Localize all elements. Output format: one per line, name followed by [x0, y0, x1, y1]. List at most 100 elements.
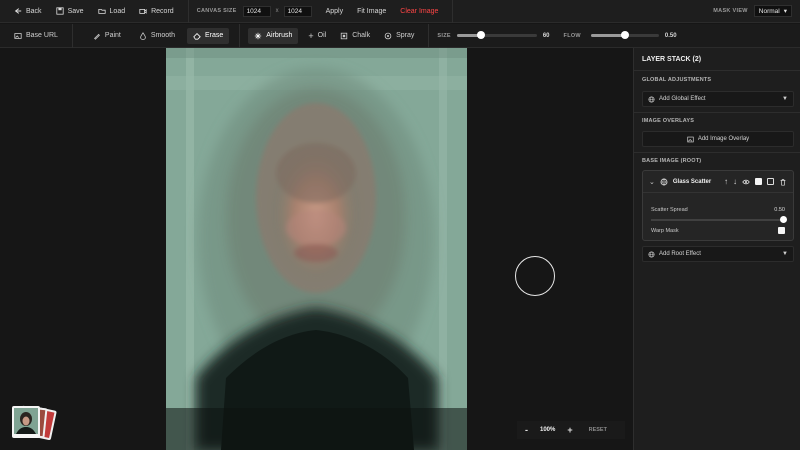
chalk-tool-button[interactable]: Chalk — [334, 28, 376, 44]
target-icon — [384, 32, 392, 39]
flow-value: 0.50 — [664, 32, 677, 39]
chevron-down-icon: ▼ — [782, 96, 788, 102]
warp-mask-checkbox[interactable] — [778, 227, 785, 234]
divider — [634, 70, 800, 71]
size-value: 60 — [542, 32, 550, 39]
effect-layer-name: Glass Scatter — [672, 178, 712, 185]
add-image-overlay-label: Add Image Overlay — [697, 136, 750, 142]
scatter-spread-knob[interactable] — [780, 216, 787, 223]
erase-label: Erase — [205, 32, 224, 39]
divider — [634, 112, 800, 113]
chalk-label: Chalk — [352, 32, 371, 39]
back-button[interactable]: Back — [14, 7, 42, 15]
canvas-width-input[interactable]: 1024 — [242, 5, 271, 17]
canvas-height-input[interactable]: 1024 — [283, 5, 312, 17]
size-slider-knob[interactable] — [476, 31, 485, 39]
zoom-controls: - 100% + RESET — [517, 421, 625, 439]
oil-tool-button[interactable]: + Oil — [302, 28, 332, 44]
load-button[interactable]: Load — [97, 7, 125, 15]
apply-button[interactable]: Apply — [326, 8, 344, 15]
scatter-spread-label: Scatter Spread — [651, 207, 688, 213]
zoom-level: 100% — [540, 427, 556, 433]
mask-view-value: Normal — [758, 7, 780, 15]
spray-tool-button[interactable]: Spray — [378, 28, 420, 44]
flow-label: FLOW — [563, 32, 581, 39]
save-button[interactable]: Save — [55, 7, 84, 15]
erase-tool-button[interactable]: Erase — [187, 27, 230, 44]
trash-icon[interactable] — [779, 178, 787, 186]
thumbnail-stack-image — [12, 405, 57, 441]
scatter-spread-slider[interactable] — [651, 216, 787, 223]
record-button[interactable]: Record — [139, 7, 174, 15]
collapse-chevron-icon[interactable]: ⌄ — [649, 178, 655, 186]
move-up-icon[interactable]: ↑ — [724, 177, 728, 186]
brush-toolbar: Base URL Paint Smooth Erase Airbrush + O… — [0, 23, 800, 48]
base-url-button[interactable]: Base URL — [8, 28, 64, 44]
solo-toggle-icon[interactable] — [755, 178, 762, 185]
flow-control: FLOW 0.50 — [563, 31, 677, 39]
canvas-size-label: CANVAS SIZE — [196, 8, 237, 14]
portrait-image — [166, 48, 467, 450]
flow-slider-knob[interactable] — [620, 31, 629, 39]
image-canvas[interactable] — [166, 48, 467, 450]
spray-label: Spray — [396, 32, 415, 39]
clear-image-button[interactable]: Clear Image — [400, 8, 438, 15]
folder-icon — [97, 9, 106, 14]
globe-icon — [648, 250, 655, 258]
add-root-effect-select[interactable]: Add Root Effect ▼ — [642, 246, 794, 262]
oil-label: Oil — [317, 32, 327, 39]
eraser-icon — [193, 32, 201, 40]
chevron-down-icon: ▼ — [782, 251, 788, 257]
base-image-label: BASE IMAGE (ROOT) — [642, 158, 702, 164]
sparkle-icon — [255, 32, 262, 39]
image-icon — [687, 136, 694, 142]
canvas-workspace[interactable]: - 100% + RESET — [0, 48, 633, 450]
square-icon — [341, 32, 348, 39]
globe-icon — [648, 95, 655, 103]
size-control: SIZE 60 — [437, 31, 550, 39]
paint-tool-button[interactable]: Paint — [87, 28, 127, 44]
video-camera-icon — [139, 9, 147, 14]
save-label: Save — [67, 7, 84, 15]
chevron-down-icon: ▾ — [783, 8, 787, 15]
times-label: x — [275, 8, 279, 14]
global-adjustments-label: GLOBAL ADJUSTMENTS — [642, 77, 712, 83]
warp-mask-label: Warp Mask — [651, 228, 679, 234]
mask-view-select[interactable]: Normal ▾ — [753, 5, 792, 17]
effect-layer-header[interactable]: ⌄ Glass Scatter ↑ ↓ — [643, 171, 793, 193]
divider — [71, 23, 73, 48]
mask-toggle-icon[interactable] — [767, 178, 774, 185]
panel-title: LAYER STACK (2) — [642, 56, 702, 63]
smooth-tool-button[interactable]: Smooth — [133, 28, 181, 44]
add-image-overlay-button[interactable]: Add Image Overlay — [642, 131, 794, 147]
mask-view-label: MASK VIEW — [713, 8, 748, 14]
size-slider[interactable] — [456, 31, 537, 39]
floppy-icon — [55, 7, 64, 15]
back-label: Back — [26, 7, 42, 15]
image-icon — [14, 32, 22, 39]
zoom-reset-button[interactable]: RESET — [589, 427, 607, 433]
zoom-in-button[interactable]: + — [567, 425, 572, 435]
add-root-effect-label: Add Root Effect — [659, 251, 701, 257]
divider — [428, 23, 430, 48]
airbrush-tool-button[interactable]: Airbrush — [248, 27, 299, 44]
fit-image-button[interactable]: Fit Image — [357, 8, 386, 15]
arrow-left-icon — [14, 8, 22, 14]
layer-actions: ↑ ↓ — [724, 177, 787, 186]
mask-view-control: MASK VIEW Normal ▾ — [713, 5, 792, 17]
add-global-effect-select[interactable]: Add Global Effect ▼ — [642, 91, 794, 107]
base-url-label: Base URL — [26, 32, 58, 39]
plus-icon: + — [308, 30, 314, 41]
divider — [452, 0, 454, 23]
zoom-out-button[interactable]: - — [525, 425, 528, 435]
smooth-label: Smooth — [150, 32, 175, 39]
flow-slider[interactable] — [590, 31, 659, 39]
image-thumbnail-stack[interactable] — [10, 404, 60, 441]
effect-layer-card: ⌄ Glass Scatter ↑ ↓ Scatter Spread 0.50 … — [642, 170, 794, 241]
divider — [634, 152, 800, 153]
droplet-icon — [140, 31, 146, 40]
image-overlays-label: IMAGE OVERLAYS — [642, 118, 695, 124]
eye-icon[interactable] — [742, 178, 750, 186]
move-down-icon[interactable]: ↓ — [733, 177, 737, 186]
flow-slider-fill — [590, 34, 625, 37]
